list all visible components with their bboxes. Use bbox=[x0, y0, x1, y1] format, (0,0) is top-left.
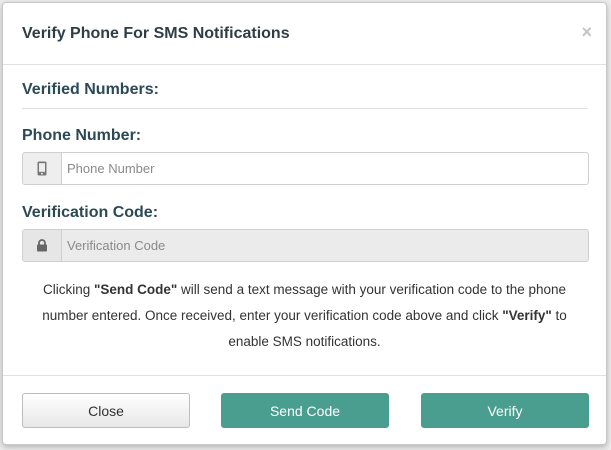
divider bbox=[22, 108, 588, 109]
verify-phone-modal: Verify Phone For SMS Notifications × Ver… bbox=[2, 2, 607, 445]
modal-header: Verify Phone For SMS Notifications × bbox=[3, 3, 606, 65]
verification-code-input[interactable] bbox=[62, 230, 588, 261]
phone-number-input[interactable] bbox=[62, 153, 588, 184]
modal-title: Verify Phone For SMS Notifications bbox=[22, 25, 290, 42]
close-icon[interactable]: × bbox=[581, 23, 592, 41]
phone-input-group bbox=[22, 152, 589, 185]
verify-emphasis: "Verify" bbox=[502, 308, 552, 323]
mobile-phone-icon bbox=[23, 153, 62, 184]
verified-numbers-label: Verified Numbers: bbox=[22, 81, 159, 98]
modal-footer: Close Send Code Verify bbox=[3, 375, 606, 444]
phone-number-label: Phone Number: bbox=[22, 127, 142, 144]
verify-button[interactable]: Verify bbox=[421, 393, 589, 428]
modal-body: Verified Numbers: Phone Number: Verifica… bbox=[3, 65, 606, 377]
instructions-text: Clicking "Send Code" will send a text me… bbox=[42, 282, 567, 349]
close-button[interactable]: Close bbox=[22, 393, 190, 428]
send-code-emphasis: "Send Code" bbox=[93, 282, 178, 297]
lock-icon bbox=[23, 230, 62, 261]
verification-code-label: Verification Code: bbox=[22, 204, 159, 221]
code-input-group bbox=[22, 229, 589, 262]
send-code-button[interactable]: Send Code bbox=[221, 393, 389, 428]
